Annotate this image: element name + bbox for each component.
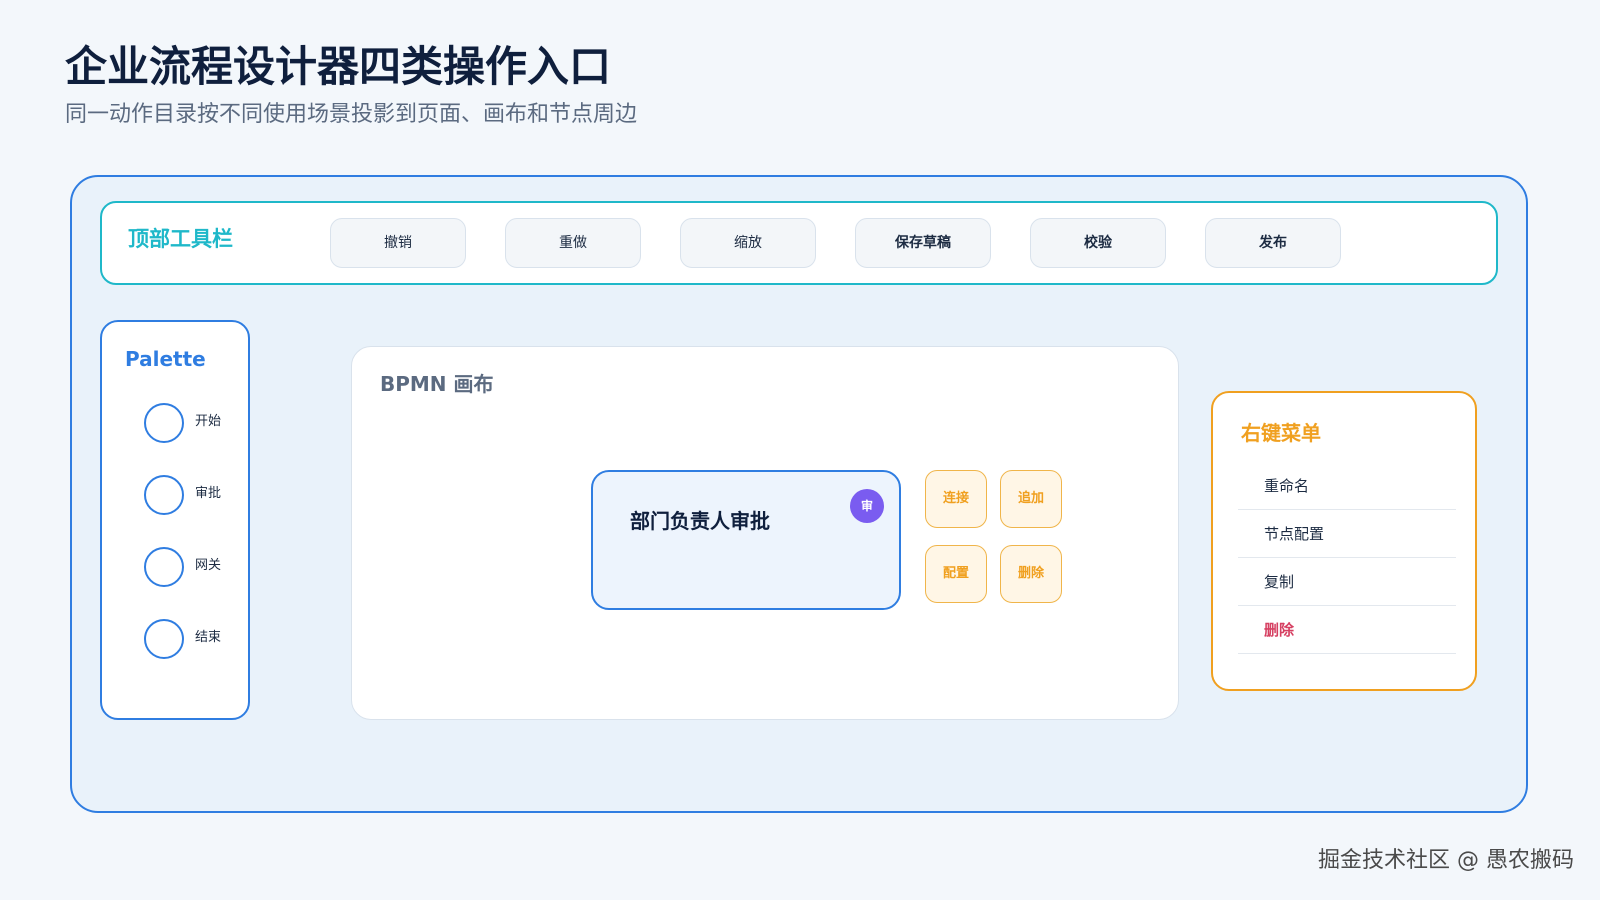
validate-button[interactable]: 校验	[1030, 218, 1166, 268]
context-pad-delete-button[interactable]: 删除	[1000, 545, 1062, 603]
page: 企业流程设计器四类操作入口 同一动作目录按不同使用场景投影到页面、画布和节点周边…	[0, 0, 1600, 900]
approval-badge-icon: 审	[850, 489, 884, 523]
menu-item-label: 节点配置	[1264, 525, 1325, 543]
palette-item-label: 结束	[195, 630, 222, 645]
start-event-icon	[144, 403, 184, 443]
menu-item-node-config[interactable]: 节点配置	[1238, 510, 1456, 558]
publish-button[interactable]: 发布	[1205, 218, 1341, 268]
palette-item-label: 审批	[195, 486, 222, 501]
menu-item-delete[interactable]: 删除	[1238, 606, 1456, 654]
menu-item-label: 删除	[1264, 621, 1295, 639]
context-menu-title: 右键菜单	[1241, 421, 1321, 445]
menu-item-copy[interactable]: 复制	[1238, 558, 1456, 606]
undo-button[interactable]: 撤销	[330, 218, 466, 268]
zoom-button[interactable]: 缩放	[680, 218, 816, 268]
toolbar-label: 顶部工具栏	[128, 227, 233, 251]
redo-button[interactable]: 重做	[505, 218, 641, 268]
node-label: 部门负责人审批	[630, 509, 770, 533]
save-draft-button[interactable]: 保存草稿	[855, 218, 991, 268]
page-title: 企业流程设计器四类操作入口	[65, 42, 612, 91]
palette-item-start[interactable]: 开始	[144, 403, 244, 447]
menu-item-rename[interactable]: 重命名	[1238, 462, 1456, 510]
palette-item-label: 开始	[195, 414, 222, 429]
end-event-icon	[144, 619, 184, 659]
canvas-title: BPMN 画布	[380, 372, 494, 396]
palette-title: Palette	[125, 347, 206, 371]
approval-node[interactable]	[591, 470, 901, 610]
context-pad-append-button[interactable]: 追加	[1000, 470, 1062, 528]
palette-item-label: 网关	[195, 558, 222, 573]
palette-item-approval[interactable]: 审批	[144, 475, 244, 519]
watermark: 掘金技术社区 @ 愚农搬码	[1318, 848, 1574, 873]
menu-item-label: 重命名	[1264, 477, 1310, 495]
context-pad-config-button[interactable]: 配置	[925, 545, 987, 603]
palette-item-end[interactable]: 结束	[144, 619, 244, 663]
gateway-icon	[144, 547, 184, 587]
context-pad-connect-button[interactable]: 连接	[925, 470, 987, 528]
palette-item-gateway[interactable]: 网关	[144, 547, 244, 591]
menu-item-label: 复制	[1264, 573, 1295, 591]
page-subtitle: 同一动作目录按不同使用场景投影到页面、画布和节点周边	[65, 102, 638, 127]
approval-task-icon	[144, 475, 184, 515]
